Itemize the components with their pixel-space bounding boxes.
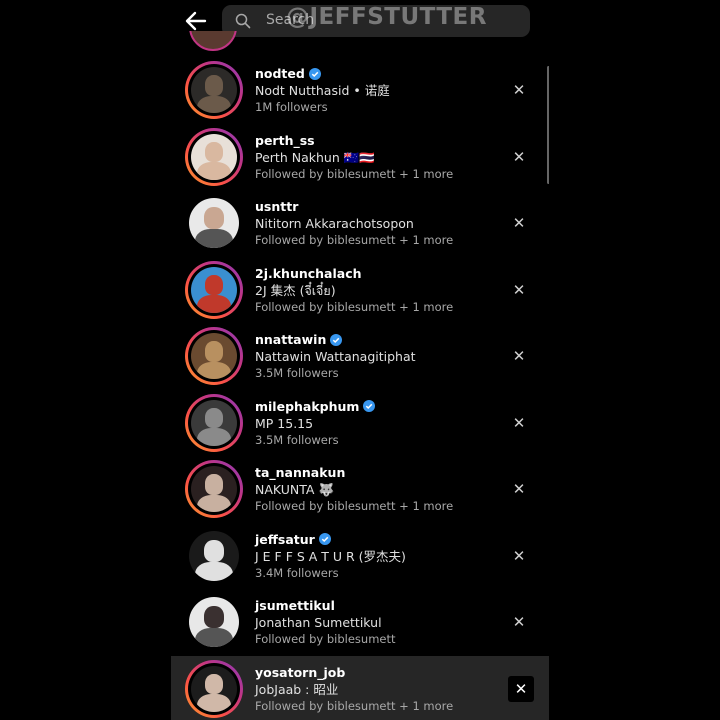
follow-context: Followed by biblesumett + 1 more [255, 233, 454, 247]
username[interactable]: jsumettikul [255, 597, 335, 614]
remove-suggestion-button[interactable]: ✕ [510, 414, 528, 432]
follow-context: 3.5M followers [255, 366, 339, 380]
full-name: NAKUNTA 🐺 [255, 482, 335, 497]
follow-context: Followed by biblesumett + 1 more [255, 698, 454, 713]
verified-badge-icon [330, 333, 343, 346]
full-name: 2J 集杰 (จี๋เจี๋ย) [255, 282, 336, 298]
full-name: MP 15.15 [255, 415, 314, 431]
avatar[interactable] [185, 327, 243, 385]
full-name: J E F F S A T U R (罗杰夫) [255, 548, 406, 564]
avatar[interactable] [185, 260, 243, 319]
account-text: nnattawin Nattawin Wattanagitiphat 3.5M fo… [255, 331, 495, 382]
account-row[interactable]: usnttr Nititorn Akkarachotsopon Followed b… [171, 190, 549, 257]
username[interactable]: nodted [255, 65, 305, 82]
account-text: jsumettikul Jonathan Sumettikul Followed b… [255, 597, 495, 648]
avatar[interactable] [185, 659, 243, 718]
full-name: JobJaab : 昭业 [255, 681, 339, 697]
account-text: jeffsatur J E F F S A T U R (罗杰夫) 3.4M fol… [255, 531, 495, 582]
remove-suggestion-button[interactable]: ✕ [510, 547, 528, 565]
full-name: Nodt Nutthasid • 诺庭 [255, 83, 390, 98]
remove-suggestion-button[interactable]: ✕ [510, 613, 528, 631]
account-text: milephakphum MP 15.15 3.5M followers [255, 398, 495, 449]
magnifier-icon [235, 13, 251, 29]
remove-suggestion-button[interactable]: ✕ [510, 281, 528, 299]
username[interactable]: jeffsatur [255, 531, 315, 548]
username[interactable]: nnattawin [255, 331, 326, 348]
verified-badge-icon [318, 533, 331, 545]
avatar[interactable] [185, 460, 243, 518]
avatar[interactable] [185, 393, 243, 452]
remove-suggestion-button[interactable]: ✕ [510, 480, 528, 498]
remove-suggestion-button[interactable]: ✕ [510, 214, 528, 232]
account-row[interactable]: 2j.khunchalach 2J 集杰 (จี๋เจี๋ย) Followed b… [171, 257, 549, 324]
partial-avatar [189, 31, 237, 51]
remove-suggestion-button[interactable]: ✕ [510, 81, 528, 99]
follow-context: Followed by biblesumett + 1 more [255, 166, 454, 181]
verified-badge-icon [308, 67, 321, 80]
account-text: nodted Nodt Nutthasid • 诺庭 1M followers [255, 65, 495, 116]
account-text: yosatorn_job JobJaab : 昭业 Followed by bibl… [255, 664, 495, 715]
username[interactable]: milephakphum [255, 398, 359, 415]
follow-context: 3.4M followers [255, 565, 339, 580]
account-text: ta_nannakun NAKUNTA 🐺 Followed by biblesum… [255, 464, 495, 515]
remove-suggestion-button[interactable]: ✕ [508, 675, 534, 702]
follow-context: Followed by biblesumett + 1 more [255, 299, 454, 314]
account-list: nodted Nodt Nutthasid • 诺庭 1M followers ✕ pe… [171, 57, 549, 720]
avatar[interactable] [185, 194, 243, 252]
full-name: Nititorn Akkarachotsopon [255, 216, 414, 231]
account-row[interactable]: perth_ss Perth Nakhun 🇦🇺🇹🇭 Followed by bib… [171, 124, 549, 191]
follow-context: 3.5M followers [255, 432, 339, 447]
scrollbar[interactable] [547, 66, 549, 184]
username[interactable]: perth_ss [255, 132, 315, 149]
watermark: @JEFFSTUTTER [286, 4, 487, 30]
username[interactable]: 2j.khunchalach [255, 265, 362, 282]
account-text: perth_ss Perth Nakhun 🇦🇺🇹🇭 Followed by bib… [255, 132, 495, 183]
remove-suggestion-button[interactable]: ✕ [510, 347, 528, 365]
avatar[interactable] [185, 61, 243, 119]
account-row[interactable]: jsumettikul Jonathan Sumettikul Followed b… [171, 589, 549, 656]
phone-screen: Search nodted Nodt Nutthasid • 诺庭 1M follo… [171, 0, 549, 720]
full-name: Perth Nakhun 🇦🇺🇹🇭 [255, 149, 375, 165]
account-row[interactable]: yosatorn_job JobJaab : 昭业 Followed by bibl… [171, 655, 549, 720]
account-text: 2j.khunchalach 2J 集杰 (จี๋เจี๋ย) Followed b… [255, 265, 495, 316]
account-row[interactable]: ta_nannakun NAKUNTA 🐺 Followed by biblesum… [171, 456, 549, 523]
follow-context: Followed by biblesumett [255, 632, 396, 646]
verified-badge-icon [363, 400, 376, 412]
username[interactable]: yosatorn_job [255, 664, 345, 681]
account-text: usnttr Nititorn Akkarachotsopon Followed b… [255, 198, 495, 249]
avatar[interactable] [185, 593, 243, 651]
account-row[interactable]: milephakphum MP 15.15 3.5M followers ✕ [171, 390, 549, 457]
account-row[interactable]: jeffsatur J E F F S A T U R (罗杰夫) 3.4M fol… [171, 523, 549, 590]
username[interactable]: ta_nannakun [255, 464, 345, 481]
full-name: Nattawin Wattanagitiphat [255, 349, 416, 364]
remove-suggestion-button[interactable]: ✕ [510, 148, 528, 166]
avatar[interactable] [185, 127, 243, 186]
follow-context: Followed by biblesumett + 1 more [255, 499, 454, 513]
follow-context: 1M followers [255, 100, 328, 114]
account-row[interactable]: nnattawin Nattawin Wattanagitiphat 3.5M fo… [171, 323, 549, 390]
username[interactable]: usnttr [255, 198, 298, 215]
account-row[interactable]: nodted Nodt Nutthasid • 诺庭 1M followers ✕ [171, 57, 549, 124]
avatar[interactable] [185, 527, 243, 585]
full-name: Jonathan Sumettikul [255, 615, 382, 630]
